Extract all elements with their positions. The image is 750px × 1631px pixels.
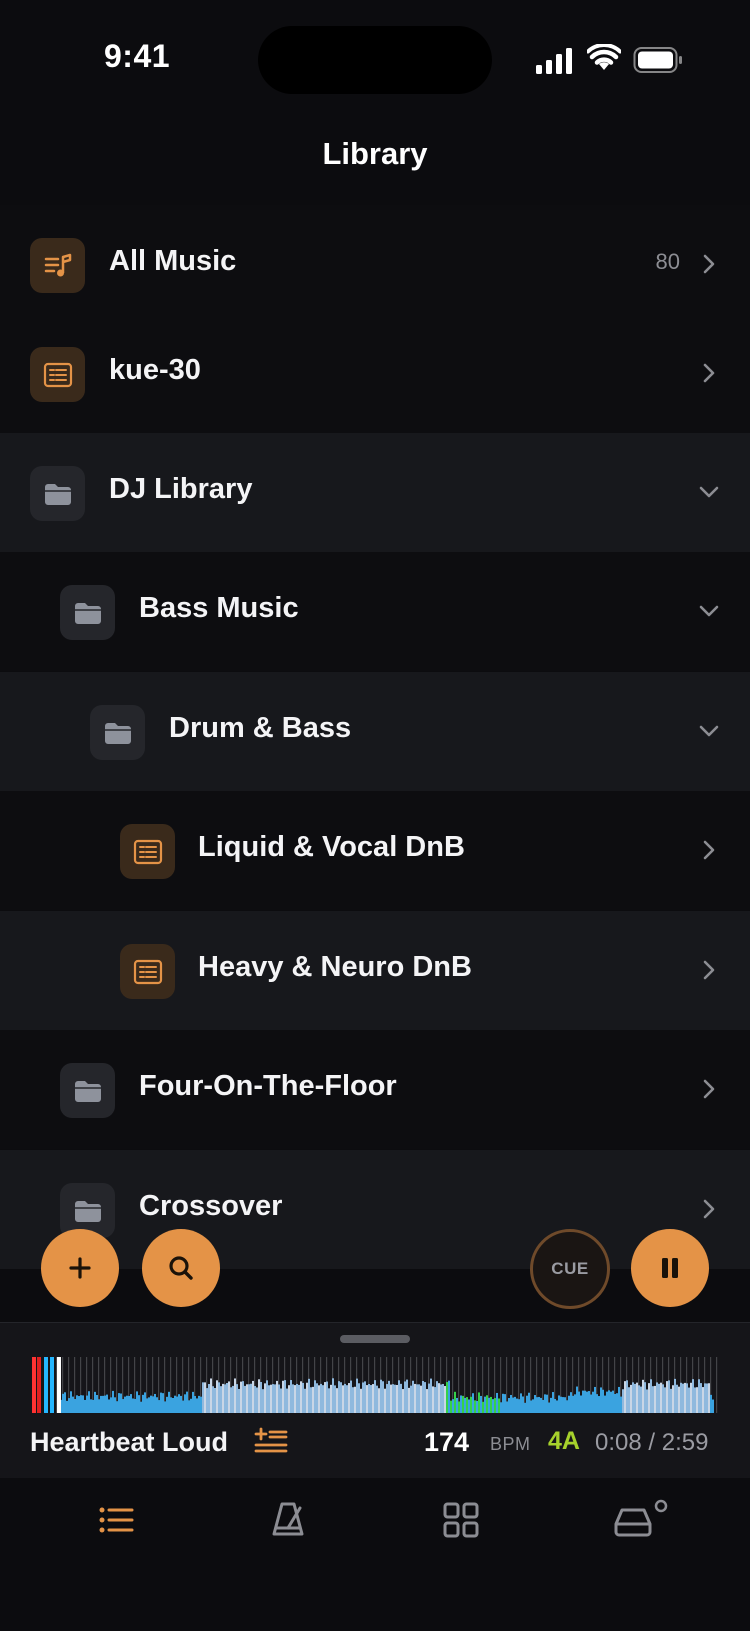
library-row-bass-music[interactable]: Bass Music (0, 552, 750, 671)
add-button[interactable] (41, 1229, 119, 1307)
chevron-down-icon (699, 725, 719, 737)
music-list-icon (30, 238, 85, 293)
library-row-label: Heavy & Neuro DnB (198, 951, 472, 983)
folder-icon (30, 466, 85, 521)
library-row-drum-and-bass[interactable]: Drum & Bass (0, 672, 750, 791)
metronome-icon[interactable] (266, 1498, 310, 1542)
playlist-icon (30, 347, 85, 402)
chevron-right-icon (703, 960, 715, 980)
folder-icon (60, 585, 115, 640)
chevron-right-icon (703, 1199, 715, 1219)
key-value: 4A (548, 1427, 580, 1455)
bpm-value: 174 (424, 1427, 470, 1457)
plus-icon (69, 1257, 91, 1279)
tab-bar (0, 1478, 750, 1631)
library-row-dj-library[interactable]: DJ Library (0, 433, 750, 552)
track-title: Heartbeat Loud (30, 1427, 229, 1457)
folder-icon (60, 1063, 115, 1118)
library-row-label: Crossover (139, 1190, 283, 1222)
library-row-all-music[interactable]: All Music 80 (0, 205, 750, 324)
library-row-label: All Music (109, 245, 237, 277)
drive-icon[interactable] (610, 1498, 670, 1542)
library-row-four-on-the-floor[interactable]: Four-On-The-Floor (0, 1030, 750, 1149)
battery-icon (633, 47, 682, 73)
dynamic-island (258, 26, 492, 94)
library-row-kue-30[interactable]: kue-30 (0, 314, 750, 433)
library-row-label: Drum & Bass (169, 712, 352, 744)
library-row-label: Four-On-The-Floor (139, 1070, 397, 1102)
chevron-right-icon (703, 840, 715, 860)
chevron-down-icon (699, 486, 719, 498)
search-icon (169, 1256, 193, 1280)
folder-icon (90, 705, 145, 760)
playlist-icon (120, 824, 175, 879)
library-row-label: Liquid & Vocal DnB (198, 831, 465, 863)
library-row-liquid-vocal-dnb[interactable]: Liquid & Vocal DnB (0, 791, 750, 910)
page-title: Library (322, 136, 428, 171)
waveform[interactable] (30, 1357, 718, 1413)
add-to-queue-icon[interactable] (254, 1427, 288, 1459)
chevron-down-icon (699, 605, 719, 617)
pause-icon (662, 1258, 678, 1278)
library-row-label: kue-30 (109, 354, 201, 386)
status-bar: 9:41 (0, 0, 750, 110)
list-icon[interactable] (94, 1498, 138, 1542)
playlist-icon (120, 944, 175, 999)
chevron-right-icon (703, 1079, 715, 1099)
grid-icon[interactable] (439, 1498, 483, 1542)
library-row-label: Bass Music (139, 592, 299, 624)
bpm-label: BPM (490, 1434, 531, 1454)
search-button[interactable] (142, 1229, 220, 1307)
pause-button[interactable] (631, 1229, 709, 1307)
status-time: 9:41 (104, 38, 171, 74)
track-time: 0:08 / 2:59 (595, 1429, 709, 1456)
library-row-label: DJ Library (109, 473, 253, 505)
chevron-right-icon (703, 254, 715, 274)
wifi-icon (587, 44, 621, 70)
drag-handle[interactable] (340, 1335, 410, 1343)
track-count: 80 (655, 249, 680, 274)
cue-button[interactable]: CUE (530, 1229, 610, 1309)
now-playing-panel[interactable]: Heartbeat Loud 174 BPM 4A 0:08 / 2:59 (0, 1322, 750, 1479)
cellular-signal-icon (536, 48, 572, 74)
chevron-right-icon (703, 363, 715, 383)
library-row-heavy-neuro-dnb[interactable]: Heavy & Neuro DnB (0, 911, 750, 1030)
